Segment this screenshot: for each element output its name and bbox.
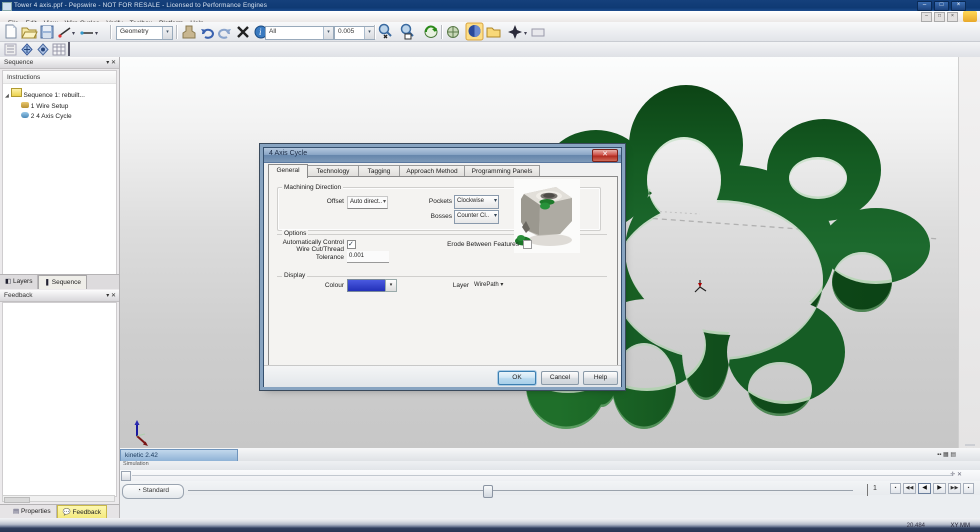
- svg-text:▾: ▾: [72, 31, 75, 37]
- svg-text:▾: ▾: [524, 31, 527, 37]
- svg-text:▾: ▾: [95, 31, 98, 37]
